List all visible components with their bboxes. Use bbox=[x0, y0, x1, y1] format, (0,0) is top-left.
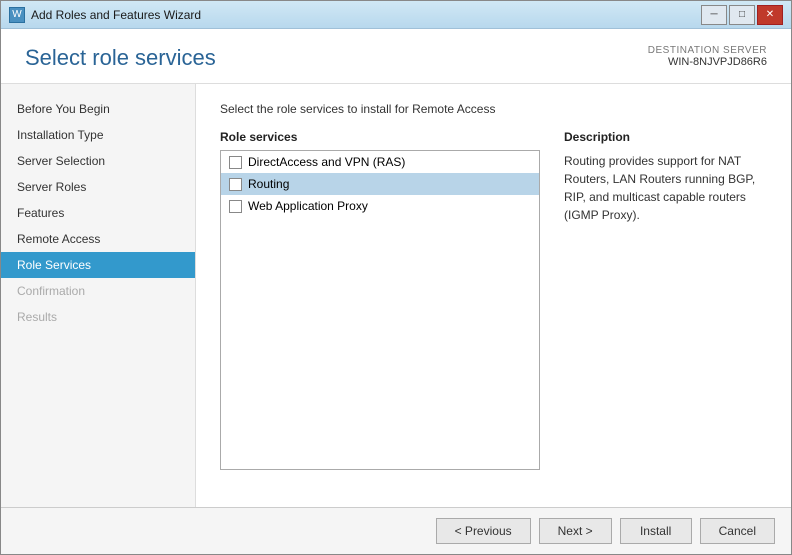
instruction-text: Select the role services to install for … bbox=[220, 102, 767, 116]
description-header: Description bbox=[564, 130, 767, 144]
window-title: Add Roles and Features Wizard bbox=[31, 8, 201, 22]
checkbox-routing[interactable] bbox=[229, 178, 242, 191]
wizard-window: W Add Roles and Features Wizard ─ □ ✕ Se… bbox=[0, 0, 792, 555]
page-title: Select role services bbox=[25, 45, 216, 71]
next-button[interactable]: Next > bbox=[539, 518, 612, 544]
sidebar-item-features[interactable]: Features bbox=[1, 200, 195, 226]
destination-label: DESTINATION SERVER bbox=[648, 45, 767, 56]
sidebar-item-installation-type[interactable]: Installation Type bbox=[1, 122, 195, 148]
service-item-routing[interactable]: Routing bbox=[221, 173, 539, 195]
service-item-directaccess[interactable]: DirectAccess and VPN (RAS) bbox=[221, 151, 539, 173]
title-bar-left: W Add Roles and Features Wizard bbox=[9, 7, 201, 23]
maximize-button[interactable]: □ bbox=[729, 5, 755, 25]
role-services-header: Role services bbox=[220, 130, 540, 144]
sidebar-item-remote-access[interactable]: Remote Access bbox=[1, 226, 195, 252]
minimize-button[interactable]: ─ bbox=[701, 5, 727, 25]
content-area: Select role services DESTINATION SERVER … bbox=[1, 29, 791, 507]
service-label-routing: Routing bbox=[248, 177, 289, 191]
sidebar: Before You Begin Installation Type Serve… bbox=[1, 84, 196, 507]
sidebar-item-confirmation: Confirmation bbox=[1, 278, 195, 304]
cancel-button[interactable]: Cancel bbox=[700, 518, 775, 544]
description-text: Routing provides support for NAT Routers… bbox=[564, 152, 767, 224]
description-panel: Description Routing provides support for… bbox=[564, 130, 767, 224]
footer: < Previous Next > Install Cancel bbox=[1, 507, 791, 554]
app-icon: W bbox=[9, 7, 25, 23]
main-content: Select the role services to install for … bbox=[196, 84, 791, 507]
services-list: DirectAccess and VPN (RAS) Routing Web A… bbox=[220, 150, 540, 470]
title-bar-buttons: ─ □ ✕ bbox=[701, 5, 783, 25]
service-item-web-app-proxy[interactable]: Web Application Proxy bbox=[221, 195, 539, 217]
service-label-directaccess: DirectAccess and VPN (RAS) bbox=[248, 155, 405, 169]
destination-name: WIN-8NJVPJD86R6 bbox=[648, 56, 767, 68]
role-services-panel: Role services DirectAccess and VPN (RAS)… bbox=[220, 130, 540, 470]
checkbox-web-app-proxy[interactable] bbox=[229, 200, 242, 213]
title-bar: W Add Roles and Features Wizard ─ □ ✕ bbox=[1, 1, 791, 29]
sidebar-item-before-you-begin[interactable]: Before You Begin bbox=[1, 96, 195, 122]
sidebar-item-server-roles[interactable]: Server Roles bbox=[1, 174, 195, 200]
page-header: Select role services DESTINATION SERVER … bbox=[1, 29, 791, 84]
sidebar-item-role-services[interactable]: Role Services bbox=[1, 252, 195, 278]
role-services-container: Role services DirectAccess and VPN (RAS)… bbox=[220, 130, 767, 470]
install-button[interactable]: Install bbox=[620, 518, 692, 544]
close-button[interactable]: ✕ bbox=[757, 5, 783, 25]
main-body: Before You Begin Installation Type Serve… bbox=[1, 84, 791, 507]
destination-server: DESTINATION SERVER WIN-8NJVPJD86R6 bbox=[648, 45, 767, 68]
service-label-web-app-proxy: Web Application Proxy bbox=[248, 199, 368, 213]
sidebar-item-results: Results bbox=[1, 304, 195, 330]
previous-button[interactable]: < Previous bbox=[436, 518, 531, 544]
sidebar-item-server-selection[interactable]: Server Selection bbox=[1, 148, 195, 174]
checkbox-directaccess[interactable] bbox=[229, 156, 242, 169]
